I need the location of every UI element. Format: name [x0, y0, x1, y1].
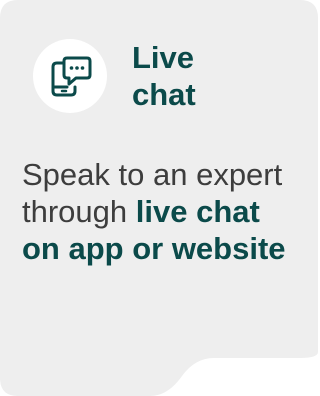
icon-badge	[33, 39, 107, 113]
card-header: Live chat	[33, 39, 222, 113]
card-title: Live chat	[132, 40, 196, 112]
card-description: Speak to an expert through live chat on …	[22, 156, 302, 267]
phone-chat-icon	[51, 56, 92, 97]
live-chat-card[interactable]: Live chat Speak to an expert through liv…	[0, 0, 318, 396]
